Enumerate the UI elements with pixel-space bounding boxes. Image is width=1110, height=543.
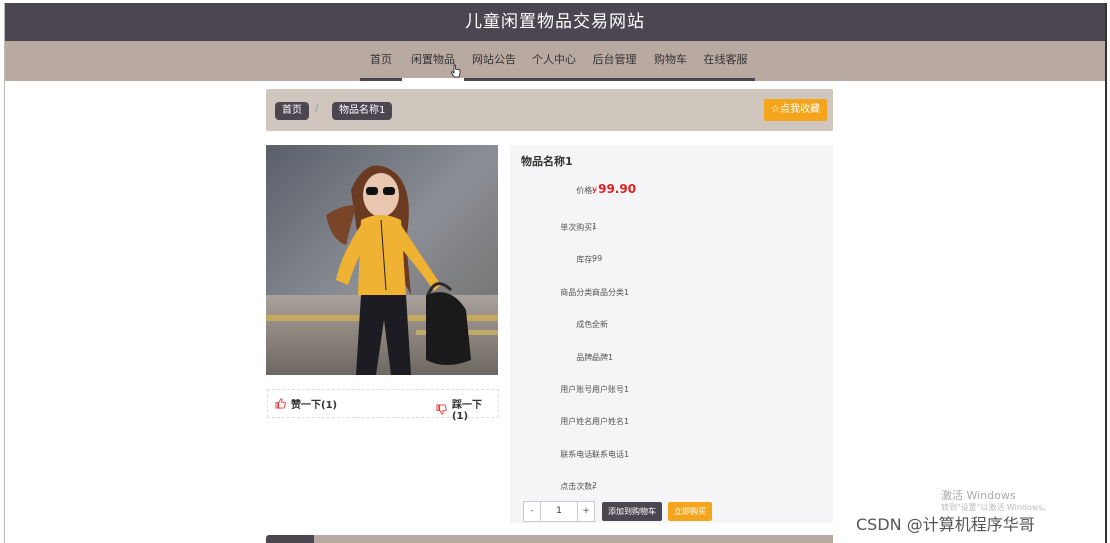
product-field-value: 用户姓名1: [592, 417, 630, 427]
dislike-label: 踩一下(1): [451, 400, 482, 422]
breadcrumb-current[interactable]: 物品名称1: [332, 102, 393, 120]
product-field-value: 品牌1: [592, 352, 614, 362]
nav-item-underline: [360, 78, 402, 81]
price-amount: 99.90: [598, 182, 637, 196]
product-field-label: 用户姓名:: [560, 417, 595, 427]
decrease-button[interactable]: -: [524, 502, 540, 521]
nav-item-label: 在线客服: [703, 53, 748, 66]
product-field-row: 用户姓名: 用户姓名1: [510, 416, 833, 432]
nav-item-underline: [464, 78, 524, 81]
thumbs-up-icon: [275, 398, 286, 409]
product-field-value: 商品分类1: [592, 287, 630, 297]
product-field-value: 联系电话1: [592, 449, 630, 459]
nav-item-underline: [402, 78, 464, 81]
next-section-bar: [266, 535, 833, 543]
breadcrumb-home[interactable]: 首页: [275, 102, 309, 120]
thumbs-down-icon: [436, 403, 447, 415]
nav-item-underline: [645, 78, 696, 81]
nav-item-underline: [584, 78, 645, 81]
product-field-label: 商品分类:: [560, 287, 595, 297]
product-field-label: 用户账号:: [560, 385, 595, 394]
nav-item-label: 个人中心: [532, 53, 576, 66]
nav-item-underline: [524, 78, 584, 81]
product-field-row: 品牌: 品牌1: [510, 352, 833, 368]
browser-frame: 儿童闲置物品交易网站 首页 闲置物品 网站公告 个人中心 后台管理 购物车 在线客服 首页 …: [4, 3, 1107, 543]
nav-item-4[interactable]: 后台管理: [584, 41, 645, 81]
product-field-row: 用户账号: 用户账号1: [510, 384, 833, 400]
nav-item-2[interactable]: 网站公告: [464, 41, 524, 81]
product-field-value: 用户账号1: [592, 385, 630, 394]
buy-now-button[interactable]: 立即购买: [668, 502, 712, 521]
site-header: 儿童闲置物品交易网站: [5, 3, 1105, 41]
product-photo-illustration: [266, 145, 498, 375]
nav-menu: 首页 闲置物品 网站公告 个人中心 后台管理 购物车 在线客服: [360, 41, 755, 81]
like-bar: 赞一下(1) 踩一下(1): [267, 389, 499, 422]
product-field-value: 2: [592, 481, 598, 491]
breadcrumb-separator: /: [315, 103, 319, 114]
site-title: 儿童闲置物品交易网站: [465, 12, 645, 32]
currency-symbol: ¥: [592, 186, 598, 195]
product-field-row: 库存: 99: [510, 254, 833, 270]
nav-item-label: 首页: [370, 53, 392, 66]
product-field-row: 成色: 全新: [510, 319, 833, 335]
csdn-watermark: CSDN @计算机程序华哥: [856, 515, 1035, 534]
product-field-row: 单次购买: 1: [510, 222, 833, 238]
product-field-value: 99: [592, 254, 603, 264]
product-field-label: 联系电话:: [560, 449, 595, 459]
windows-activation-notice: 激活 Windows: [941, 489, 1016, 502]
next-section-bar-fill: [314, 535, 833, 543]
product-field-value: 1: [592, 222, 598, 231]
nav-item-label: 闲置物品: [411, 53, 455, 66]
product-field-row: 商品分类: 商品分类1: [510, 287, 833, 303]
product-field-label: 点击次数:: [560, 482, 595, 492]
mouse-cursor-icon: [451, 64, 461, 78]
price-row: 价格: ¥99.90: [510, 182, 833, 201]
increase-button[interactable]: +: [578, 502, 594, 521]
nav-item-label: 网站公告: [472, 53, 516, 66]
like-button[interactable]: 赞一下(1): [275, 396, 337, 411]
product-field-label: 单次购买:: [560, 223, 595, 232]
product-image: [266, 145, 498, 375]
price-value: ¥99.90: [592, 182, 636, 196]
product-field-row: 点击次数: 2: [510, 481, 833, 497]
nav-item-underline: [696, 78, 755, 81]
nav-item-6[interactable]: 在线客服: [696, 41, 755, 81]
nav-item-5[interactable]: 购物车: [645, 41, 696, 81]
dislike-button[interactable]: 踩一下(1): [436, 396, 498, 422]
quantity-stepper: - 1 +: [523, 501, 595, 522]
quantity-input[interactable]: 1: [540, 502, 578, 521]
breadcrumb: 首页 / 物品名称1 ☆点我收藏: [266, 89, 833, 131]
nav-item-label: 购物车: [654, 53, 687, 66]
product-field-value: 全新: [592, 320, 608, 330]
like-label: 赞一下(1): [291, 400, 338, 411]
nav-item-0[interactable]: 首页: [360, 41, 402, 81]
nav-bar: 首页 闲置物品 网站公告 个人中心 后台管理 购物车 在线客服: [5, 41, 1105, 81]
nav-item-3[interactable]: 个人中心: [524, 41, 584, 81]
product-name: 物品名称1: [521, 155, 573, 168]
nav-item-label: 后台管理: [592, 53, 637, 66]
favorite-button[interactable]: ☆点我收藏: [764, 99, 827, 121]
product-field-row: 联系电话: 联系电话1: [510, 449, 833, 465]
product-detail-panel: 物品名称1 价格: ¥99.90 单次购买: 1 库存: 99 商品分类: 商品分类1 成色…: [510, 145, 833, 523]
add-to-cart-button[interactable]: 添加到购物车: [602, 502, 662, 521]
